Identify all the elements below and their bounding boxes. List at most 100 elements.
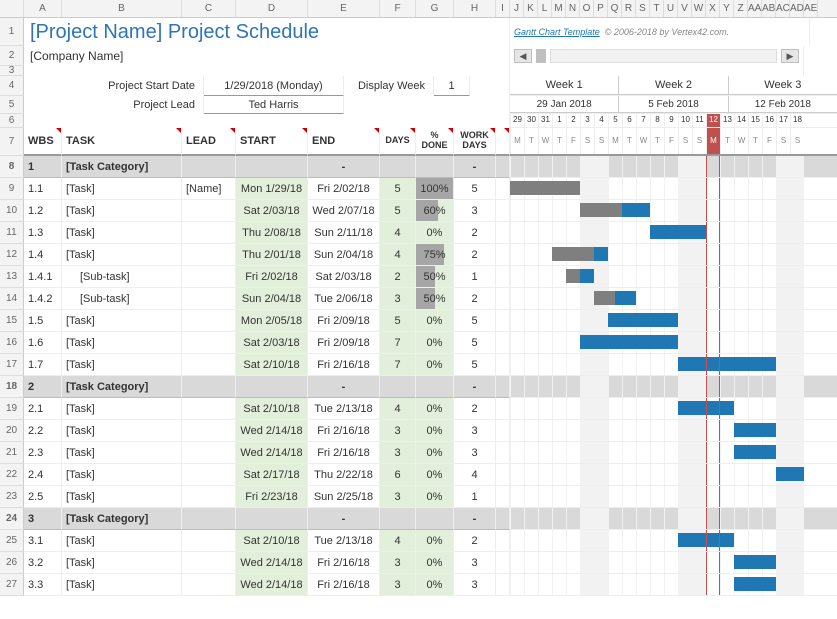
task-cell[interactable]: [Task]: [62, 530, 182, 552]
row-header-21[interactable]: 21: [0, 442, 24, 464]
lead-cell[interactable]: [182, 376, 236, 398]
th-pct[interactable]: % DONE: [416, 128, 454, 156]
lead-cell[interactable]: [182, 420, 236, 442]
end-cell[interactable]: Sun 2/25/18: [308, 486, 380, 508]
wbs-cell[interactable]: 2.3: [24, 442, 62, 464]
wbs-cell[interactable]: 3: [24, 508, 62, 530]
start-cell[interactable]: Mon 2/05/18: [236, 310, 308, 332]
start-cell[interactable]: Sat 2/10/18: [236, 398, 308, 420]
lead-cell[interactable]: [182, 530, 236, 552]
days-cell[interactable]: 7: [380, 332, 416, 354]
wkd-cell[interactable]: 2: [454, 530, 496, 552]
row-header-18[interactable]: 18: [0, 376, 24, 398]
row-header-27[interactable]: 27: [0, 574, 24, 596]
col-header-Z[interactable]: Z: [734, 0, 748, 17]
wkd-cell[interactable]: 2: [454, 398, 496, 420]
scroll-thumb[interactable]: [536, 49, 546, 63]
wbs-cell[interactable]: 1.7: [24, 354, 62, 376]
days-cell[interactable]: 5: [380, 310, 416, 332]
start-cell[interactable]: Wed 2/14/18: [236, 574, 308, 596]
page-title[interactable]: [Project Name] Project Schedule: [24, 18, 510, 46]
gantt-bar[interactable]: [734, 445, 776, 459]
gantt-bar-done[interactable]: [552, 247, 594, 261]
row-header-24[interactable]: 24: [0, 508, 24, 530]
wbs-cell[interactable]: 1.4: [24, 244, 62, 266]
wbs-cell[interactable]: 1.4.2: [24, 288, 62, 310]
th-end[interactable]: END: [308, 128, 380, 156]
end-cell[interactable]: Sun 2/04/18: [308, 244, 380, 266]
lead-cell[interactable]: [182, 442, 236, 464]
task-cell[interactable]: [Task Category]: [62, 156, 182, 178]
days-cell[interactable]: 4: [380, 398, 416, 420]
col-header-O[interactable]: O: [580, 0, 594, 17]
end-cell[interactable]: Fri 2/16/18: [308, 420, 380, 442]
row-header-12[interactable]: 12: [0, 244, 24, 266]
start-cell[interactable]: Mon 1/29/18: [236, 178, 308, 200]
days-cell[interactable]: 4: [380, 244, 416, 266]
end-cell[interactable]: Tue 2/13/18: [308, 398, 380, 420]
wbs-cell[interactable]: 2: [24, 376, 62, 398]
days-cell[interactable]: 5: [380, 200, 416, 222]
col-header-P[interactable]: P: [594, 0, 608, 17]
end-cell[interactable]: Fri 2/09/18: [308, 332, 380, 354]
row-header-10[interactable]: 10: [0, 200, 24, 222]
row-header-25[interactable]: 25: [0, 530, 24, 552]
lead-cell[interactable]: [182, 354, 236, 376]
wkd-cell[interactable]: 1: [454, 266, 496, 288]
col-header-H[interactable]: H: [454, 0, 496, 17]
task-cell[interactable]: [Task]: [62, 574, 182, 596]
lead-cell[interactable]: [182, 222, 236, 244]
wkd-cell[interactable]: 2: [454, 244, 496, 266]
pct-cell[interactable]: 75%: [416, 244, 454, 266]
task-cell[interactable]: [Task]: [62, 486, 182, 508]
row-header-7[interactable]: 7: [0, 128, 24, 156]
row-header-20[interactable]: 20: [0, 420, 24, 442]
wkd-cell[interactable]: 1: [454, 486, 496, 508]
col-header-I[interactable]: I: [496, 0, 510, 17]
days-cell[interactable]: 3: [380, 486, 416, 508]
pct-cell[interactable]: 50%: [416, 288, 454, 310]
row-header-2[interactable]: 2: [0, 46, 24, 66]
end-cell[interactable]: Fri 2/16/18: [308, 552, 380, 574]
pct-cell[interactable]: 0%: [416, 420, 454, 442]
task-cell[interactable]: [Task]: [62, 354, 182, 376]
task-cell[interactable]: [Task]: [62, 200, 182, 222]
lead-cell[interactable]: [182, 244, 236, 266]
col-header-V[interactable]: V: [678, 0, 692, 17]
col-header-M[interactable]: M: [552, 0, 566, 17]
task-cell[interactable]: [Task]: [62, 244, 182, 266]
end-cell[interactable]: Tue 2/13/18: [308, 530, 380, 552]
task-cell[interactable]: [Task]: [62, 420, 182, 442]
gantt-bar[interactable]: [678, 533, 734, 547]
col-header-AD[interactable]: AD: [790, 0, 804, 17]
task-cell[interactable]: [Task]: [62, 398, 182, 420]
end-cell[interactable]: Fri 2/16/18: [308, 354, 380, 376]
gantt-bar[interactable]: [734, 423, 776, 437]
row-header-26[interactable]: 26: [0, 552, 24, 574]
company-name[interactable]: [Company Name]: [24, 46, 510, 66]
col-header-E[interactable]: E: [308, 0, 380, 17]
pct-cell[interactable]: 0%: [416, 442, 454, 464]
start-cell[interactable]: Sat 2/17/18: [236, 464, 308, 486]
col-header-W[interactable]: W: [692, 0, 706, 17]
col-header-D[interactable]: D: [236, 0, 308, 17]
th-wbs[interactable]: WBS: [24, 128, 62, 156]
th-wkd[interactable]: WORK DAYS: [454, 128, 496, 156]
col-header-C[interactable]: C: [182, 0, 236, 17]
row-header-17[interactable]: 17: [0, 354, 24, 376]
wbs-cell[interactable]: 2.1: [24, 398, 62, 420]
start-cell[interactable]: Sat 2/03/18: [236, 200, 308, 222]
task-cell[interactable]: [Task]: [62, 310, 182, 332]
days-cell[interactable]: 4: [380, 222, 416, 244]
wbs-cell[interactable]: 1.5: [24, 310, 62, 332]
col-header-AC[interactable]: AC: [776, 0, 790, 17]
display-week-value[interactable]: 1: [434, 76, 470, 96]
start-cell[interactable]: Fri 2/23/18: [236, 486, 308, 508]
task-cell[interactable]: [Task]: [62, 464, 182, 486]
gantt-bar-done[interactable]: [566, 269, 580, 283]
wkd-cell[interactable]: 5: [454, 332, 496, 354]
days-cell[interactable]: 7: [380, 354, 416, 376]
gantt-bar[interactable]: [734, 555, 776, 569]
lead-cell[interactable]: [182, 288, 236, 310]
lead-cell[interactable]: [182, 266, 236, 288]
